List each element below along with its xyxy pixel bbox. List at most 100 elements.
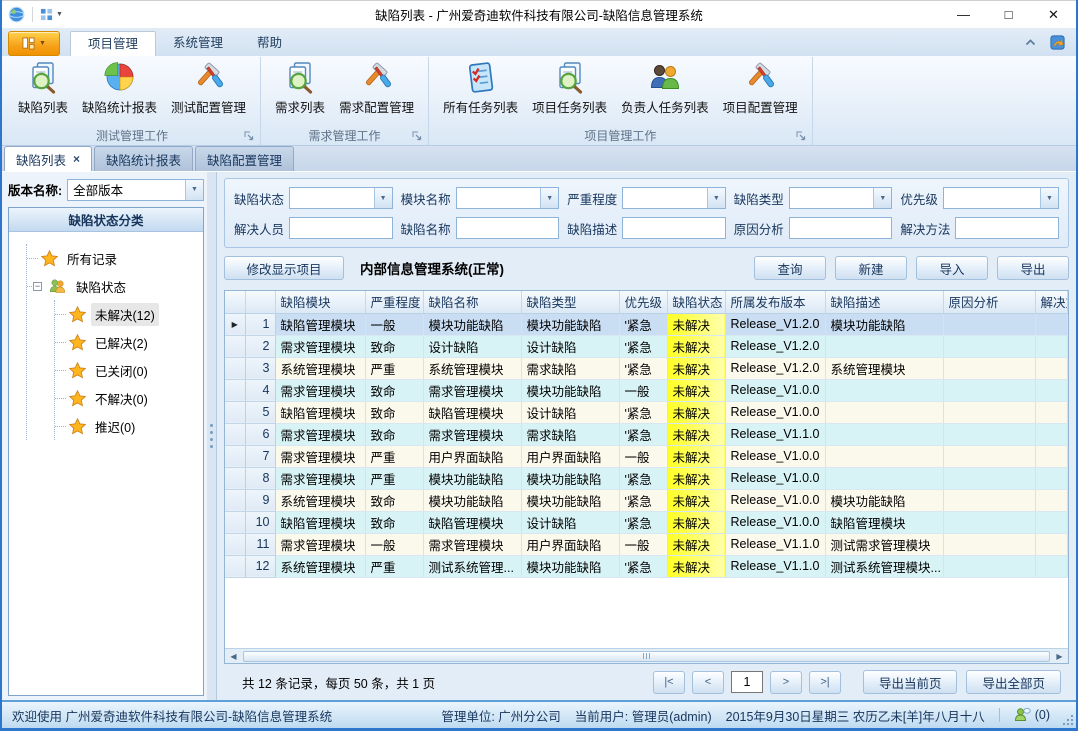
cell-desc[interactable]: 测试系统管理模块... (825, 555, 943, 577)
cell-priority[interactable]: '紧急 (619, 467, 667, 489)
close-button[interactable]: ✕ (1031, 1, 1076, 28)
cell-status[interactable]: 未解决 (667, 445, 725, 467)
cell-analysis[interactable] (943, 313, 1035, 335)
cell-analysis[interactable] (943, 335, 1035, 357)
chevron-down-icon[interactable]: ▼ (707, 188, 725, 208)
tree-item-不解决(0)[interactable]: 不解决(0) (55, 384, 199, 412)
cell-severity[interactable]: 一般 (365, 533, 423, 555)
last-page-button[interactable]: >| (809, 671, 841, 694)
cell-type[interactable]: 用户界面缺陷 (521, 533, 619, 555)
cell-priority[interactable]: 一般 (619, 533, 667, 555)
cell-solution[interactable] (1035, 357, 1068, 379)
scroll-right-icon[interactable]: ▶ (1051, 649, 1068, 663)
dialog-launcher-icon[interactable] (412, 131, 422, 141)
cell-solution[interactable] (1035, 313, 1068, 335)
cell-name[interactable]: 测试系统管理... (423, 555, 521, 577)
ribbon-button-需求配置管理[interactable]: 需求配置管理 (332, 60, 421, 117)
cell-name[interactable]: 需求管理模块 (423, 379, 521, 401)
cell-type[interactable]: 设计缺陷 (521, 401, 619, 423)
cell-solution[interactable] (1035, 335, 1068, 357)
grid-header-优先级[interactable]: 优先级 (619, 291, 667, 313)
cell-type[interactable]: 设计缺陷 (521, 511, 619, 533)
grid-header-缺陷状态[interactable]: 缺陷状态 (667, 291, 725, 313)
cell-type[interactable]: 模块功能缺陷 (521, 313, 619, 335)
cell-status[interactable]: 未解决 (667, 401, 725, 423)
tree-item-所有记录[interactable]: 所有记录 (27, 244, 199, 272)
cell-solution[interactable] (1035, 467, 1068, 489)
grid-header-所属发布版本[interactable]: 所属发布版本 (725, 291, 825, 313)
ribbon-button-缺陷统计报表[interactable]: 缺陷统计报表 (75, 60, 164, 117)
cell-module[interactable]: 缺陷管理模块 (275, 313, 365, 335)
ribbon-button-项目配置管理[interactable]: 项目配置管理 (716, 60, 805, 117)
filter-input-原因分析[interactable] (789, 217, 893, 239)
cell-severity[interactable]: 一般 (365, 313, 423, 335)
action-button-新建[interactable]: 新建 (835, 256, 907, 280)
cell-module[interactable]: 缺陷管理模块 (275, 401, 365, 423)
table-row[interactable]: 7需求管理模块严重用户界面缺陷用户界面缺陷一般未解决Release_V1.0.0 (225, 445, 1068, 467)
ribbon-button-测试配置管理[interactable]: 测试配置管理 (164, 60, 253, 117)
cell-name[interactable]: 需求管理模块 (423, 423, 521, 445)
cell-desc[interactable] (825, 467, 943, 489)
cell-status[interactable]: 未解决 (667, 555, 725, 577)
ribbon-button-项目任务列表[interactable]: 项目任务列表 (525, 60, 614, 117)
cell-analysis[interactable] (943, 533, 1035, 555)
filter-input-解决方法[interactable] (955, 217, 1059, 239)
cell-analysis[interactable] (943, 401, 1035, 423)
cell-desc[interactable] (825, 445, 943, 467)
tree-item-已解决(2)[interactable]: 已解决(2) (55, 328, 199, 356)
cell-version[interactable]: Release_V1.0.0 (725, 511, 825, 533)
cell-name[interactable]: 模块功能缺陷 (423, 313, 521, 335)
grid-header-缺陷描述[interactable]: 缺陷描述 (825, 291, 943, 313)
cell-type[interactable]: 用户界面缺陷 (521, 445, 619, 467)
cell-status[interactable]: 未解决 (667, 423, 725, 445)
application-menu-button[interactable]: ▼ (8, 31, 60, 56)
cell-name[interactable]: 缺陷管理模块 (423, 401, 521, 423)
dialog-launcher-icon[interactable] (796, 131, 806, 141)
cell-version[interactable]: Release_V1.2.0 (725, 357, 825, 379)
cell-type[interactable]: 模块功能缺陷 (521, 555, 619, 577)
chevron-down-icon[interactable]: ▼ (1040, 188, 1058, 208)
cell-desc[interactable] (825, 423, 943, 445)
cell-module[interactable]: 需求管理模块 (275, 335, 365, 357)
cell-module[interactable]: 需求管理模块 (275, 445, 365, 467)
cell-solution[interactable] (1035, 555, 1068, 577)
modify-display-items-button[interactable]: 修改显示项目 (224, 256, 344, 280)
filter-input-解决人员[interactable] (289, 217, 393, 239)
cell-version[interactable]: Release_V1.2.0 (725, 335, 825, 357)
cell-status[interactable]: 未解决 (667, 357, 725, 379)
grid-header-解决方法[interactable]: 解决方法 (1035, 291, 1068, 313)
cell-solution[interactable] (1035, 401, 1068, 423)
cell-priority[interactable]: '紧急 (619, 335, 667, 357)
cell-type[interactable]: 模块功能缺陷 (521, 489, 619, 511)
cell-name[interactable]: 用户界面缺陷 (423, 445, 521, 467)
ribbon-button-需求列表[interactable]: 需求列表 (268, 60, 332, 117)
cell-severity[interactable]: 致命 (365, 335, 423, 357)
ribbon-tab-帮助[interactable]: 帮助 (240, 31, 299, 56)
ribbon-tab-系统管理[interactable]: 系统管理 (156, 31, 240, 56)
ribbon-button-所有任务列表[interactable]: 所有任务列表 (436, 60, 525, 117)
cell-analysis[interactable] (943, 423, 1035, 445)
cell-solution[interactable] (1035, 423, 1068, 445)
table-row[interactable]: 6需求管理模块致命需求管理模块需求缺陷'紧急未解决Release_V1.1.0 (225, 423, 1068, 445)
cell-version[interactable]: Release_V1.0.0 (725, 467, 825, 489)
cell-priority[interactable]: '紧急 (619, 423, 667, 445)
action-button-导出[interactable]: 导出 (997, 256, 1069, 280)
cell-analysis[interactable] (943, 511, 1035, 533)
ribbon-button-负责人任务列表[interactable]: 负责人任务列表 (614, 60, 716, 117)
cell-priority[interactable]: '紧急 (619, 357, 667, 379)
cell-desc[interactable]: 系统管理模块 (825, 357, 943, 379)
message-indicator[interactable]: (0) (1014, 707, 1050, 723)
previous-page-button[interactable]: < (692, 671, 724, 694)
export-button-导出全部页[interactable]: 导出全部页 (966, 670, 1061, 694)
tree-item-缺陷状态[interactable]: −缺陷状态 (27, 272, 199, 300)
first-page-button[interactable]: |< (653, 671, 685, 694)
doc-tab-缺陷列表[interactable]: 缺陷列表× (4, 146, 92, 171)
filter-combobox-模块名称[interactable]: ▼ (456, 187, 560, 209)
cell-analysis[interactable] (943, 379, 1035, 401)
chevron-down-icon[interactable]: ▼ (873, 188, 891, 208)
doc-tab-缺陷统计报表[interactable]: 缺陷统计报表 (94, 146, 193, 171)
cell-analysis[interactable] (943, 489, 1035, 511)
cell-severity[interactable]: 致命 (365, 379, 423, 401)
cell-version[interactable]: Release_V1.1.0 (725, 533, 825, 555)
collapse-ribbon-icon[interactable] (1024, 38, 1037, 47)
